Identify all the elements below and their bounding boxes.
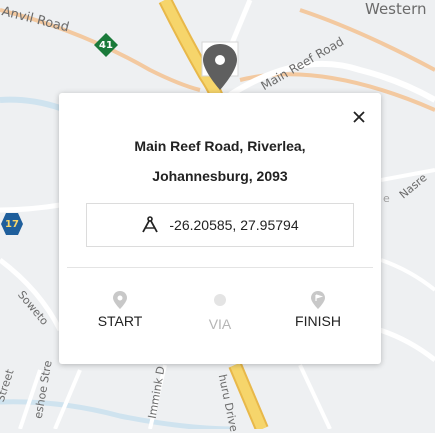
route-shield-41: 41: [94, 33, 118, 57]
start-button-label: START: [97, 313, 143, 329]
via-dot-icon: [214, 294, 226, 306]
coordinates-box[interactable]: -26.20585, 27.95794: [86, 203, 354, 247]
road-label-faint-e: e: [383, 192, 390, 205]
popup-divider: [67, 267, 373, 268]
location-popup: Main Reef Road, Riverlea, Johannesburg, …: [59, 93, 381, 364]
map-pin-icon: [113, 291, 127, 309]
route-shield-17: 17: [0, 212, 24, 236]
address-line-2: Johannesburg, 2093: [152, 168, 288, 184]
start-button[interactable]: START: [80, 291, 160, 333]
finish-button-label: FINISH: [295, 313, 341, 329]
address-line-1: Main Reef Road, Riverlea,: [134, 138, 306, 154]
via-button-label: VIA: [208, 316, 232, 332]
coordinates-text: -26.20585, 27.95794: [169, 217, 299, 233]
route-shield-41-text: 41: [99, 39, 113, 51]
road-label-western: Western: [365, 0, 427, 18]
compass-icon: [141, 216, 159, 234]
close-icon[interactable]: [349, 107, 369, 127]
finish-button[interactable]: FINISH: [278, 291, 358, 333]
via-button[interactable]: VIA: [180, 291, 260, 333]
route-shield-17-text: 17: [5, 218, 19, 230]
map-pin-flag-icon: [311, 291, 325, 309]
